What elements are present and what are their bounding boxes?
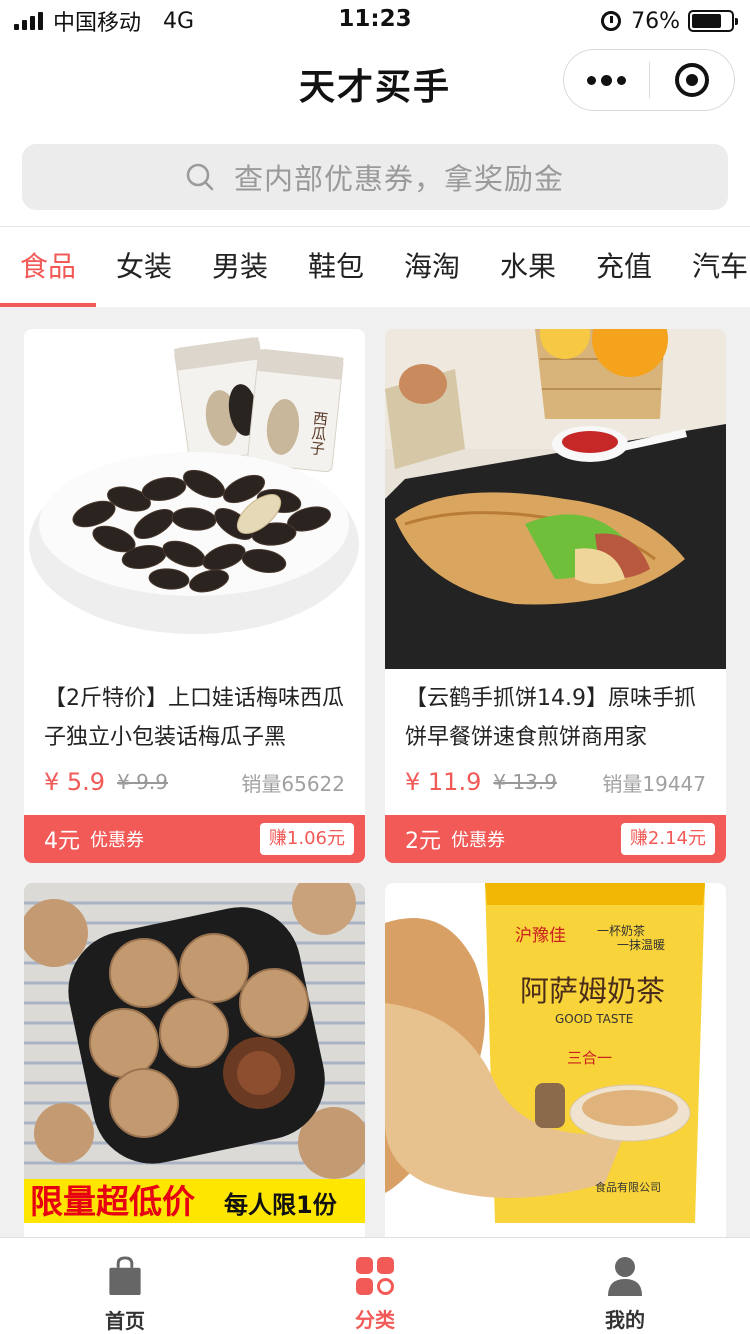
alarm-icon	[601, 11, 622, 31]
tabbar-item-mine[interactable]: 我的	[500, 1238, 750, 1334]
search-section: 查内部优惠券，拿奖励金	[0, 124, 750, 227]
product-subtitle: 三合一	[567, 1049, 612, 1067]
price-row: ¥ 5.9 ¥ 9.9 销量65622	[24, 757, 365, 807]
more-button[interactable]	[564, 50, 649, 110]
search-input[interactable]: 查内部优惠券，拿奖励金	[22, 144, 728, 210]
tab-food[interactable]: 食品	[0, 227, 96, 307]
dot-icon	[617, 75, 626, 85]
status-bar: 中国移动 4G 11:23 76%	[0, 0, 750, 40]
earn-badge: 赚1.06元	[259, 823, 354, 855]
mini-program-capsule	[563, 49, 735, 111]
slogan-line-2: 一抹温暖	[617, 938, 665, 952]
product-image	[385, 329, 726, 669]
user-icon	[608, 1257, 642, 1296]
sales-count: 销量19447	[602, 771, 706, 796]
target-icon	[674, 63, 709, 97]
earn-badge: 赚2.14元	[620, 823, 715, 855]
product-card[interactable]: 限量超低价 每人限1份	[24, 883, 365, 1237]
product-card[interactable]: 西瓜子 【2斤特价】上口娃话梅味西瓜子独立小包装话梅瓜子黑 ¥ 5.9 ¥ 9.…	[24, 329, 365, 863]
tab-men[interactable]: 男装	[192, 227, 288, 307]
product-image: 西瓜子	[24, 329, 365, 669]
product-en-label: GOOD TASTE	[555, 1012, 633, 1026]
product-card[interactable]: 沪豫佳 一杯奶茶 一抹温暖 阿萨姆奶茶 GOOD TASTE 三合一 食品有限公…	[385, 883, 726, 1237]
brand-label: 沪豫佳	[515, 926, 566, 946]
product-grid: 西瓜子 【2斤特价】上口娃话梅味西瓜子独立小包装话梅瓜子黑 ¥ 5.9 ¥ 9.…	[0, 307, 750, 1237]
product-title: 【云鹤手抓饼14.9】原味手抓饼早餐饼速食煎饼商用家	[405, 686, 696, 750]
tab-overseas[interactable]: 海淘	[384, 227, 480, 307]
product-title: 【2斤特价】上口娃话梅味西瓜子独立小包装话梅瓜子黑	[44, 686, 344, 750]
product-image: 限量超低价 每人限1份	[24, 883, 365, 1223]
original-price: ¥ 9.9	[117, 770, 168, 794]
price: ¥ 5.9	[44, 768, 106, 796]
tab-women[interactable]: 女装	[96, 227, 192, 307]
dot-icon	[587, 75, 596, 85]
coupon-amount: 2元	[405, 829, 441, 854]
tab-shoes-bags[interactable]: 鞋包	[288, 227, 384, 307]
promo-banner-small: 每人限1份	[224, 1191, 338, 1219]
tabbar-item-category[interactable]: 分类	[250, 1238, 500, 1334]
coupon-bar[interactable]: 2元 优惠券 赚2.14元	[385, 815, 726, 863]
category-tabs: 食品 女装 男装 鞋包 海淘 水果 充值 汽车	[0, 227, 750, 307]
coupon-label: 优惠券	[451, 830, 505, 851]
shopping-bag-icon	[109, 1256, 141, 1296]
tab-recharge[interactable]: 充值	[576, 227, 672, 307]
tab-fruit[interactable]: 水果	[480, 227, 576, 307]
sales-count: 销量65622	[241, 771, 345, 796]
price: ¥ 11.9	[405, 768, 482, 796]
company-label: 食品有限公司	[595, 1180, 661, 1194]
search-icon	[186, 163, 214, 191]
price-row: ¥ 11.9 ¥ 13.9 销量19447	[385, 757, 726, 807]
coupon-label: 优惠券	[90, 830, 144, 851]
tabbar-item-home[interactable]: 首页	[0, 1238, 250, 1334]
dot-icon	[601, 74, 612, 86]
close-mini-program-button[interactable]	[650, 50, 734, 110]
battery-percent: 76%	[631, 8, 680, 34]
product-card[interactable]: 【云鹤手抓饼14.9】原味手抓饼早餐饼速食煎饼商用家 ¥ 11.9 ¥ 13.9…	[385, 329, 726, 863]
product-name: 阿萨姆奶茶	[520, 974, 665, 1008]
tabbar-label: 分类	[355, 1308, 395, 1332]
search-placeholder: 查内部优惠券，拿奖励金	[233, 162, 564, 196]
slogan-line-1: 一杯奶茶	[597, 923, 645, 938]
promo-banner-big: 限量超低价	[30, 1182, 195, 1221]
original-price: ¥ 13.9	[493, 770, 557, 794]
category-grid-icon	[356, 1257, 394, 1295]
tabbar-label: 我的	[605, 1308, 645, 1332]
tab-car[interactable]: 汽车	[672, 227, 750, 307]
battery-icon	[688, 10, 738, 32]
coupon-amount: 4元	[44, 829, 80, 854]
product-image: 沪豫佳 一杯奶茶 一抹温暖 阿萨姆奶茶 GOOD TASTE 三合一 食品有限公…	[385, 883, 726, 1223]
coupon-bar[interactable]: 4元 优惠券 赚1.06元	[24, 815, 365, 863]
nav-bar: 天才买手	[0, 40, 750, 124]
bottom-tab-bar: 首页 分类 我的	[0, 1237, 750, 1334]
tabbar-label: 首页	[105, 1309, 145, 1333]
